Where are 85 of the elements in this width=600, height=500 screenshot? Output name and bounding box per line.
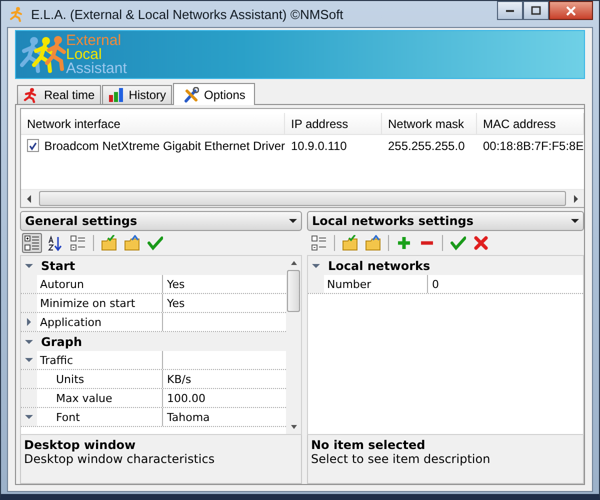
scroll-right-icon xyxy=(572,194,580,204)
runners-logo-drawing xyxy=(20,34,66,74)
column-header[interactable]: Network mask xyxy=(382,113,477,134)
cross-icon xyxy=(473,235,489,251)
property-label: Units xyxy=(37,370,163,388)
scroll-down-icon xyxy=(290,424,298,430)
arrow-down-icon xyxy=(25,358,33,362)
expand-arrow[interactable] xyxy=(24,317,34,327)
table-cell-text: 00:18:8B:7F:F5:8E xyxy=(482,138,584,154)
property-label: Number xyxy=(324,275,428,293)
folder-arrow-icon xyxy=(365,235,381,251)
description-title: Desktop window xyxy=(24,438,137,452)
property-label: Autorun xyxy=(37,275,163,293)
pane-title: General settings xyxy=(25,214,138,228)
app-icon xyxy=(9,6,25,22)
description-text: Select to see item description xyxy=(311,452,492,466)
categorized-view-icon xyxy=(24,235,40,251)
pane-header[interactable]: General settings xyxy=(20,211,302,231)
category-label: Graph xyxy=(40,334,82,350)
property-label: Minimize on start xyxy=(37,294,163,312)
tab[interactable]: History xyxy=(102,85,172,104)
runner-icon xyxy=(23,87,39,103)
column-header[interactable]: MAC address xyxy=(477,113,584,134)
tab[interactable]: Options xyxy=(173,83,256,105)
column-header[interactable]: IP address xyxy=(285,113,382,134)
minimize-button[interactable] xyxy=(497,1,523,20)
scrollbar-thumb[interactable] xyxy=(287,270,300,312)
table-cell: Broadcom NetXtreme Gigabit Ethernet Driver xyxy=(44,138,285,152)
property-label: Traffic xyxy=(37,351,163,369)
tools-icon xyxy=(183,86,200,102)
property-list-icon xyxy=(70,235,86,251)
scroll-up-icon xyxy=(290,260,298,266)
tab[interactable]: Real time xyxy=(17,85,101,104)
folder-arrow-icon xyxy=(124,235,140,251)
description-title: No item selected xyxy=(311,438,426,452)
plus-icon xyxy=(396,235,412,251)
scroll-left-icon xyxy=(25,194,33,204)
property-label: Max value xyxy=(37,389,163,407)
property-value[interactable]: Yes xyxy=(163,275,286,293)
pane-header[interactable]: Local networks settings xyxy=(307,211,584,231)
minimize-icon xyxy=(506,10,514,12)
description-text: Desktop window characteristics xyxy=(24,452,216,466)
property-label: Application xyxy=(37,313,163,331)
property-list-icon xyxy=(311,235,327,251)
property-value[interactable]: Tahoma xyxy=(163,408,286,426)
expand-arrow[interactable] xyxy=(24,412,34,422)
logo-text: Local xyxy=(66,48,102,62)
arrow-right-icon xyxy=(27,318,31,326)
logo-text: External xyxy=(66,34,122,48)
property-value[interactable]: 100.00 xyxy=(163,389,286,407)
bar-chart-icon xyxy=(108,87,124,103)
close-button[interactable] xyxy=(549,1,593,20)
category-label: Local networks xyxy=(327,258,430,274)
dropdown-arrow-icon xyxy=(571,219,579,223)
property-value[interactable]: KB/s xyxy=(163,370,286,388)
dropdown-arrow-icon xyxy=(289,219,297,223)
property-label: Font xyxy=(37,408,163,426)
category-label: Start xyxy=(40,258,76,274)
arrow-down-icon xyxy=(25,415,33,419)
folder-check-icon xyxy=(342,235,358,251)
pane-title: Local networks settings xyxy=(312,214,474,228)
property-value[interactable]: 0 xyxy=(428,275,583,293)
table-cell-text: 255.255.255.0 xyxy=(387,138,466,154)
arrow-down-icon xyxy=(312,264,320,268)
sort-down-icon xyxy=(47,235,63,251)
logo-text: Assistant xyxy=(66,62,127,76)
table-cell-text: 10.9.0.110 xyxy=(290,138,348,154)
checkbox[interactable] xyxy=(27,139,40,152)
checkmark-icon xyxy=(450,235,466,251)
horizontal-scrollbar[interactable] xyxy=(21,189,584,207)
toolbar-button[interactable] xyxy=(22,233,42,253)
maximize-icon xyxy=(530,4,542,16)
vertical-scrollbar[interactable] xyxy=(286,256,301,434)
scrollbar-thumb[interactable] xyxy=(39,191,566,206)
expand-arrow[interactable] xyxy=(24,355,34,365)
arrow-down-icon xyxy=(25,340,33,344)
arrow-down-icon xyxy=(25,264,33,268)
property-value[interactable]: Yes xyxy=(163,294,286,312)
close-icon xyxy=(565,4,577,16)
check-icon xyxy=(28,140,38,150)
maximize-button[interactable] xyxy=(523,1,549,20)
window-title: E.L.A. (External & Local Networks Assistant) ©NMSoft xyxy=(31,6,344,22)
checkmark-icon xyxy=(147,235,163,251)
column-header[interactable]: Network interface xyxy=(21,113,285,134)
folder-check-icon xyxy=(101,235,117,251)
